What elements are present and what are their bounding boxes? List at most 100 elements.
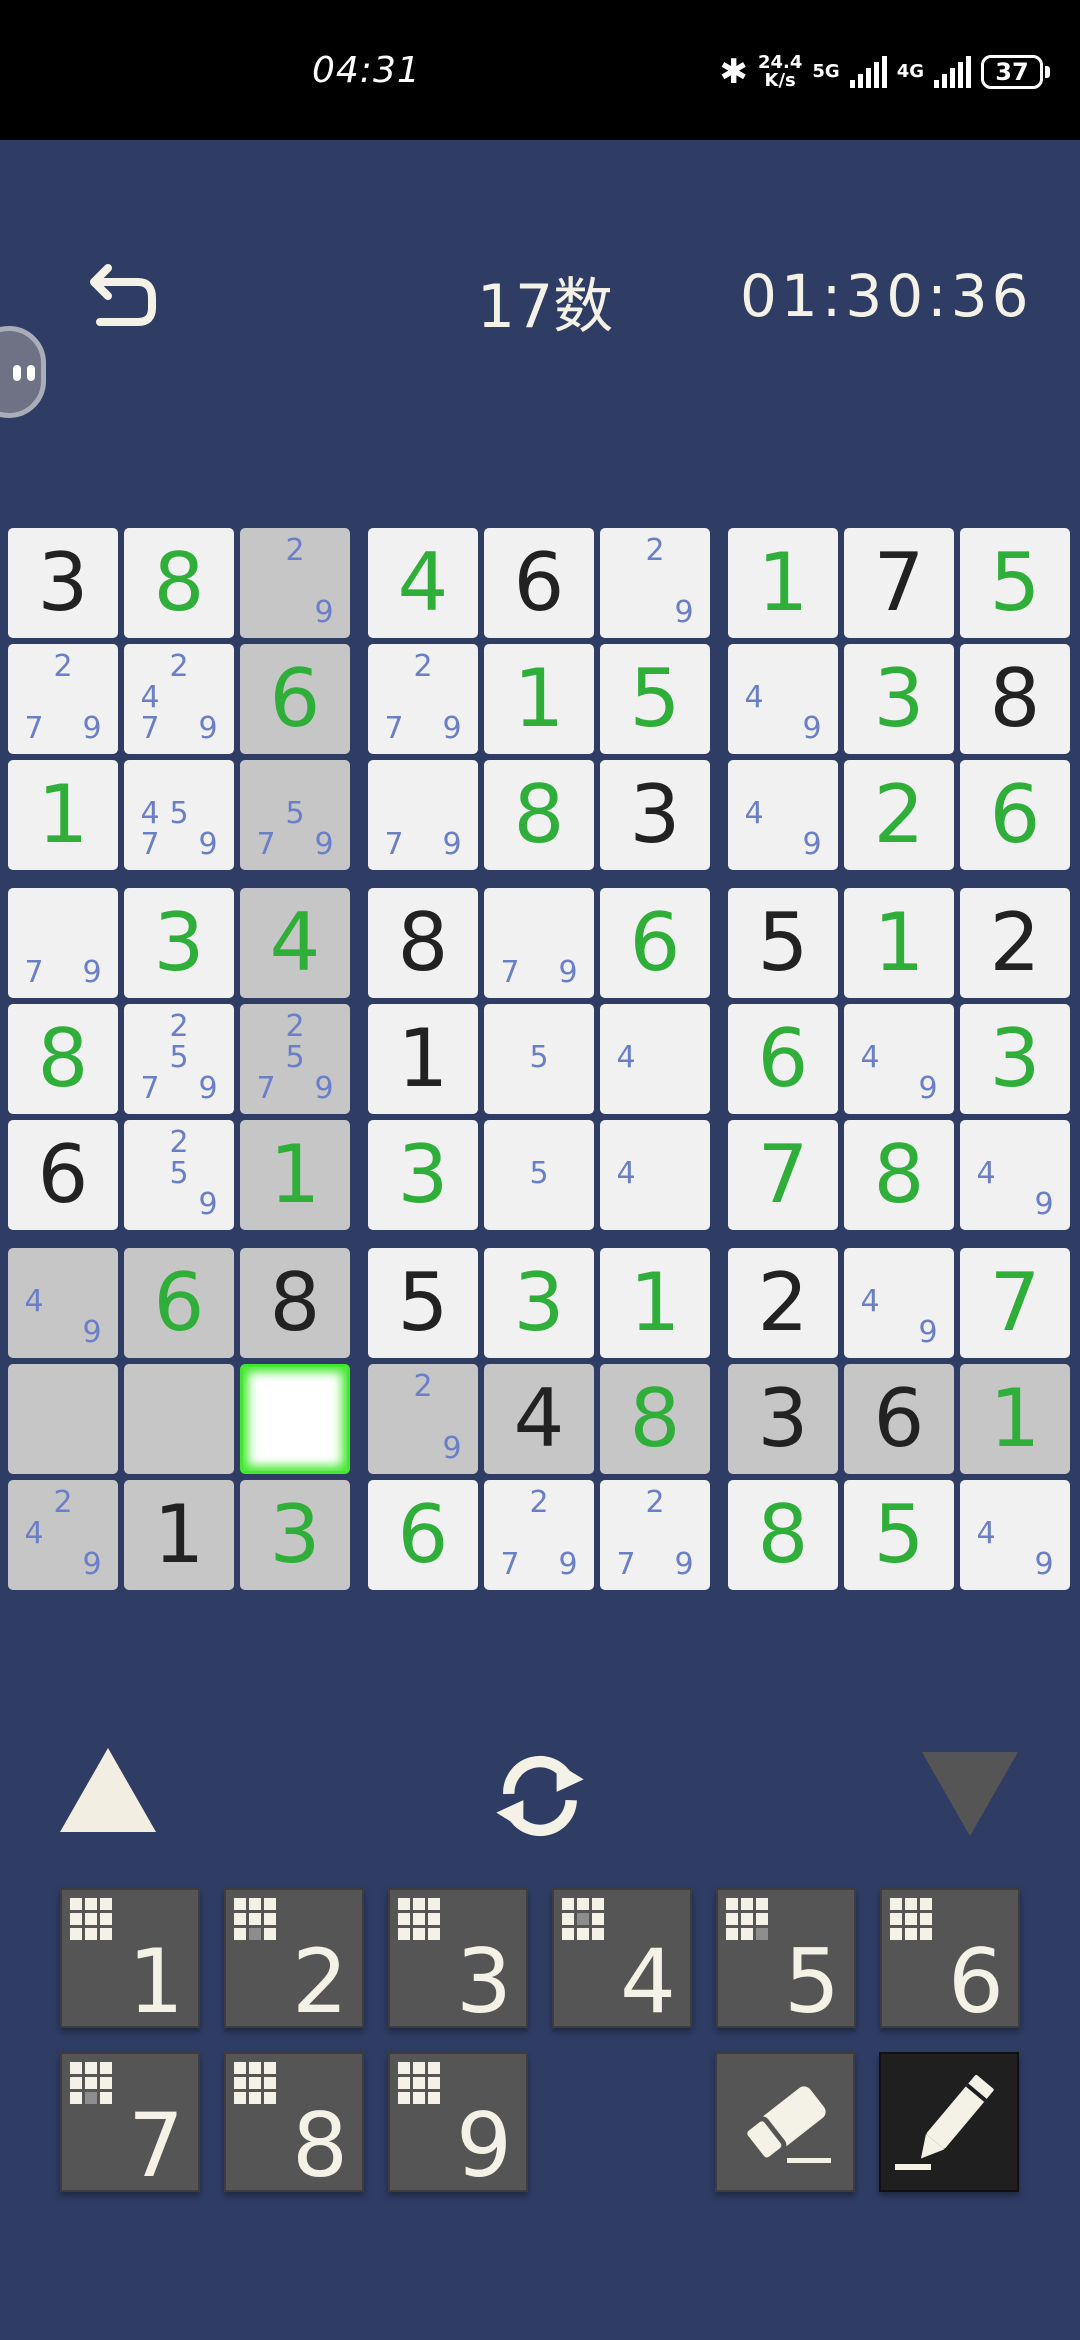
sudoku-cell[interactable]: 49	[8, 1248, 118, 1358]
sudoku-cell[interactable]: 4	[240, 888, 350, 998]
sudoku-cell[interactable]: 49	[960, 1480, 1070, 1590]
sudoku-cell[interactable]: 29	[600, 528, 710, 638]
sudoku-cell[interactable]: 4	[600, 1120, 710, 1230]
sudoku-cell[interactable]: 1	[8, 760, 118, 870]
next-triangle-icon[interactable]	[922, 1752, 1018, 1836]
sudoku-cell[interactable]: 79	[484, 888, 594, 998]
sudoku-cell[interactable]: 6	[484, 528, 594, 638]
pencil-note: 9	[558, 955, 578, 990]
sudoku-cell[interactable]: 27 9	[8, 644, 118, 754]
sudoku-cell[interactable]: 3	[844, 644, 954, 754]
sudoku-cell[interactable]: 5	[728, 888, 838, 998]
previous-triangle-icon[interactable]	[60, 1748, 156, 1832]
number-key-5[interactable]: 5	[716, 1888, 856, 2028]
number-key-8[interactable]: 8	[224, 2052, 364, 2192]
sudoku-cell[interactable]: 6	[960, 760, 1070, 870]
sudoku-cell[interactable]: 1	[600, 1248, 710, 1358]
sudoku-cell[interactable]: 257 9	[240, 1004, 350, 1114]
sudoku-cell[interactable]: 49	[728, 760, 838, 870]
digit-count-grid-icon	[70, 1898, 112, 1940]
sudoku-cell[interactable]: 4	[368, 528, 478, 638]
sudoku-cell[interactable]: 5	[484, 1004, 594, 1114]
sudoku-cell[interactable]: 7	[844, 528, 954, 638]
sudoku-cell[interactable]: 3	[728, 1364, 838, 1474]
sudoku-cell[interactable]: 8	[368, 888, 478, 998]
sudoku-cell[interactable]: 8	[960, 644, 1070, 754]
sudoku-cell[interactable]: 8	[484, 760, 594, 870]
number-key-9[interactable]: 9	[388, 2052, 528, 2192]
number-key-1[interactable]: 1	[60, 1888, 200, 2028]
number-key-3[interactable]: 3	[388, 1888, 528, 2028]
sudoku-cell[interactable]: 247 9	[124, 644, 234, 754]
sudoku-cell[interactable]: 257 9	[124, 1004, 234, 1114]
sudoku-cell[interactable]: 29	[240, 528, 350, 638]
sudoku-cell[interactable]: 79	[8, 888, 118, 998]
sudoku-cell[interactable]: 2	[960, 888, 1070, 998]
sudoku-cell[interactable]: 8	[124, 528, 234, 638]
sudoku-cell[interactable]: 5	[484, 1120, 594, 1230]
back-arrow-icon[interactable]	[80, 262, 160, 342]
number-key-6[interactable]: 6	[880, 1888, 1020, 2028]
sudoku-cell[interactable]: 4	[600, 1004, 710, 1114]
sudoku-cell[interactable]: 6	[728, 1004, 838, 1114]
sudoku-cell[interactable]: 29	[368, 1364, 478, 1474]
sudoku-cell[interactable]: 3	[240, 1480, 350, 1590]
sudoku-cell[interactable]: 49	[728, 644, 838, 754]
sudoku-cell[interactable]: 7	[728, 1120, 838, 1230]
sudoku-cell[interactable]: 5	[600, 644, 710, 754]
sudoku-cell[interactable]: 6	[8, 1120, 118, 1230]
sudoku-cell[interactable]: 1	[844, 888, 954, 998]
sudoku-cell[interactable]: 4	[484, 1364, 594, 1474]
sudoku-cell[interactable]: 27 9	[368, 644, 478, 754]
sudoku-cell[interactable]: 6	[240, 644, 350, 754]
sudoku-cell[interactable]: 27 9	[600, 1480, 710, 1590]
sudoku-cell[interactable]: 5	[844, 1480, 954, 1590]
number-key-4[interactable]: 4	[552, 1888, 692, 2028]
number-key-2[interactable]: 2	[224, 1888, 364, 2028]
sudoku-cell[interactable]: 6	[368, 1480, 478, 1590]
sudoku-cell[interactable]: 1	[484, 644, 594, 754]
sudoku-cell[interactable]: 7	[960, 1248, 1070, 1358]
sudoku-cell[interactable]: 3	[124, 888, 234, 998]
sudoku-cell[interactable]: 8	[240, 1248, 350, 1358]
pencil-notes-button[interactable]	[879, 2052, 1019, 2192]
sudoku-cell[interactable]: 6	[124, 1248, 234, 1358]
sudoku-cell[interactable]: 8	[844, 1120, 954, 1230]
sudoku-cell[interactable]: 24 9	[8, 1480, 118, 1590]
number-key-7[interactable]: 7	[60, 2052, 200, 2192]
sudoku-cell[interactable]: 6	[600, 888, 710, 998]
sudoku-cell[interactable]: 8	[728, 1480, 838, 1590]
refresh-icon[interactable]	[488, 1744, 592, 1848]
sudoku-cell[interactable]: 3	[600, 760, 710, 870]
sudoku-cell[interactable]: 1	[728, 528, 838, 638]
eraser-button[interactable]	[715, 2052, 855, 2192]
sudoku-board[interactable]: 3829462917527924796279154938145795797983…	[8, 528, 1072, 1592]
floating-assistant-button[interactable]	[0, 326, 46, 418]
sudoku-cell[interactable]: 1	[124, 1480, 234, 1590]
sudoku-cell[interactable]: 79	[368, 760, 478, 870]
sudoku-cell[interactable]: 57 9	[240, 760, 350, 870]
sudoku-cell[interactable]: 3	[368, 1120, 478, 1230]
sudoku-cell[interactable]	[124, 1364, 234, 1474]
sudoku-cell[interactable]: 4579	[124, 760, 234, 870]
sudoku-cell[interactable]: 3	[484, 1248, 594, 1358]
sudoku-cell[interactable]: 49	[960, 1120, 1070, 1230]
sudoku-cell[interactable]: 27 9	[484, 1480, 594, 1590]
sudoku-cell[interactable]: 3	[960, 1004, 1070, 1114]
sudoku-cell[interactable]: 2	[728, 1248, 838, 1358]
sudoku-cell[interactable]: 3	[8, 528, 118, 638]
sudoku-cell[interactable]: 49	[844, 1004, 954, 1114]
sudoku-cell[interactable]: 8	[600, 1364, 710, 1474]
sudoku-cell-selected[interactable]	[240, 1364, 350, 1474]
sudoku-cell[interactable]: 49	[844, 1248, 954, 1358]
sudoku-cell[interactable]: 2	[844, 760, 954, 870]
sudoku-cell[interactable]: 6	[844, 1364, 954, 1474]
sudoku-cell[interactable]: 8	[8, 1004, 118, 1114]
sudoku-cell[interactable]: 1	[240, 1120, 350, 1230]
sudoku-cell[interactable]: 259	[124, 1120, 234, 1230]
sudoku-cell[interactable]: 5	[960, 528, 1070, 638]
sudoku-cell[interactable]: 5	[368, 1248, 478, 1358]
sudoku-cell[interactable]: 1	[368, 1004, 478, 1114]
sudoku-cell[interactable]	[8, 1364, 118, 1474]
sudoku-cell[interactable]: 1	[960, 1364, 1070, 1474]
